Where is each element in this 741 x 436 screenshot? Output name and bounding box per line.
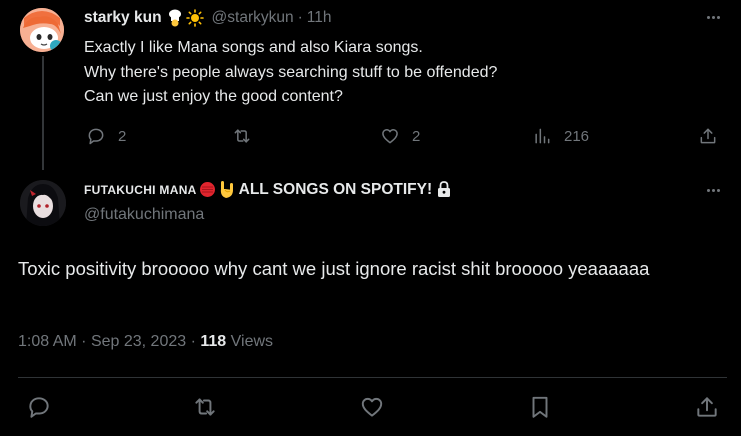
bookmark-icon bbox=[532, 396, 548, 418]
lock-emoji bbox=[437, 181, 451, 198]
main-tweet-text: Toxic positivity brooooo why cant we jus… bbox=[18, 258, 650, 279]
rock-hand-emoji bbox=[219, 180, 235, 199]
views-count: 216 bbox=[564, 127, 590, 145]
reply-text-line: Can we just enjoy the good content? bbox=[84, 88, 343, 105]
main-display-name-suffix[interactable]: ALL SONGS ON SPOTIFY! bbox=[239, 181, 432, 199]
reply-handle[interactable]: @starkykun bbox=[212, 9, 294, 27]
main-handle[interactable]: @futakuchimana bbox=[84, 206, 204, 224]
more-icon[interactable] bbox=[707, 16, 720, 19]
tweet-time[interactable]: 1:08 AM bbox=[18, 333, 77, 350]
chef-emoji bbox=[168, 9, 182, 27]
like-count: 2 bbox=[412, 127, 421, 145]
separator: · bbox=[190, 333, 196, 350]
reply-text-line: Exactly I like Mana songs and also Kiara… bbox=[84, 39, 423, 56]
red-circle-emoji bbox=[199, 181, 216, 198]
reply-display-name[interactable]: starky kun bbox=[84, 9, 162, 27]
more-icon[interactable] bbox=[707, 189, 720, 192]
avatar[interactable] bbox=[20, 8, 64, 52]
share-button[interactable] bbox=[698, 126, 718, 146]
main-display-name[interactable]: FUTAKUCHI MANA bbox=[84, 183, 197, 197]
reply-text: Exactly I like Mana songs and also Kiara… bbox=[84, 36, 497, 110]
thread-line bbox=[42, 56, 44, 170]
main-author-row: FUTAKUCHI MANA ALL SONGS ON SPOTIFY! bbox=[84, 180, 451, 199]
sun-emoji bbox=[185, 9, 204, 27]
share-icon bbox=[697, 397, 717, 417]
reply-button[interactable] bbox=[26, 394, 52, 425]
reply-button[interactable]: 2 bbox=[86, 126, 126, 146]
separator: · bbox=[81, 333, 87, 350]
tweet-date[interactable]: Sep 23, 2023 bbox=[91, 333, 186, 350]
bookmark-button[interactable] bbox=[527, 394, 553, 425]
tweet-meta: 1:08 AM · Sep 23, 2023 · 118 Views bbox=[18, 333, 273, 351]
avatar-image bbox=[20, 8, 64, 52]
share-button[interactable] bbox=[694, 394, 720, 425]
repost-icon bbox=[195, 398, 215, 416]
like-icon bbox=[382, 129, 398, 144]
avatar-image bbox=[20, 180, 66, 226]
reply-text-line: Why there's people always searching stuf… bbox=[84, 63, 498, 81]
repost-button[interactable] bbox=[232, 126, 264, 146]
reply-icon bbox=[29, 397, 49, 418]
views-label: Views bbox=[230, 333, 274, 350]
reply-icon bbox=[88, 128, 104, 145]
like-button[interactable] bbox=[359, 394, 385, 425]
views-button[interactable]: 216 bbox=[532, 126, 589, 146]
repost-icon bbox=[234, 129, 250, 143]
reply-time[interactable]: 11h bbox=[307, 9, 332, 27]
share-icon bbox=[700, 128, 716, 144]
separator: · bbox=[297, 9, 303, 26]
views-icon bbox=[535, 128, 550, 144]
reply-count: 2 bbox=[118, 127, 127, 145]
repost-button[interactable] bbox=[192, 394, 218, 425]
like-icon bbox=[361, 397, 383, 417]
avatar[interactable] bbox=[20, 180, 66, 226]
like-button[interactable]: 2 bbox=[380, 126, 420, 146]
views-count: 118 bbox=[200, 333, 227, 350]
reply-author-row: starky kun @starkykun · 11h bbox=[84, 9, 332, 27]
divider bbox=[18, 377, 727, 378]
